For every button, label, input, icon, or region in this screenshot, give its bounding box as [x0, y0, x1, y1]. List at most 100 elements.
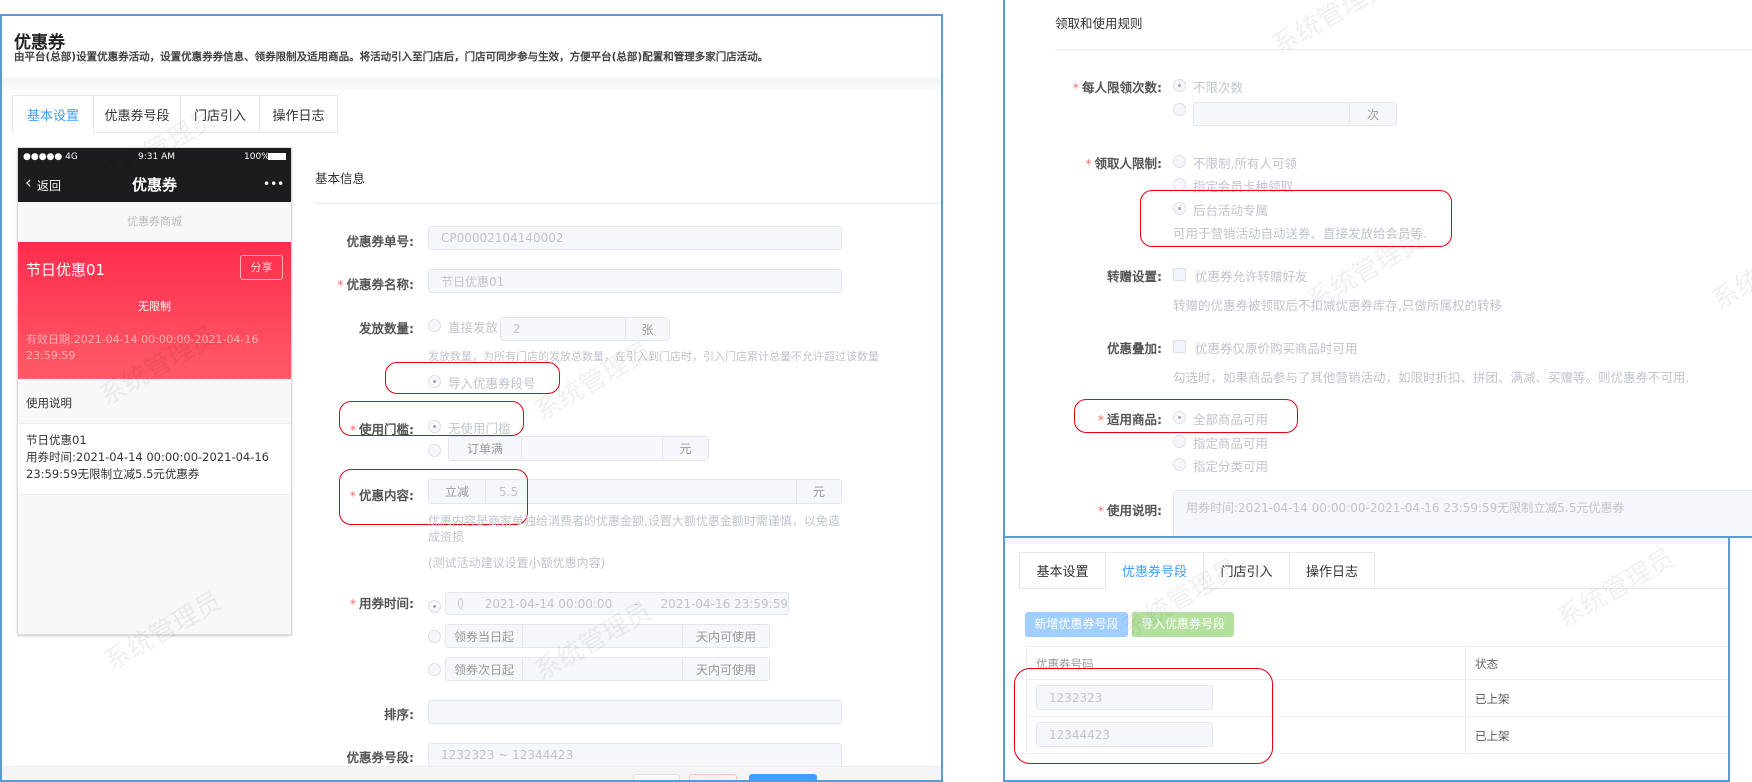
- watermark: 系统管理员: [1267, 0, 1396, 62]
- usage-title: 使用说明: [26, 396, 72, 410]
- coupon-segments-panel: 基本设置 优惠券号段 门店引入 操作日志 新增优惠券号段 导入优惠券号段 优惠券…: [1003, 536, 1730, 782]
- segment-code-input[interactable]: 1232323: [1036, 685, 1213, 710]
- radio-import-segment[interactable]: [428, 375, 441, 388]
- next-day-days-input[interactable]: 领券次日起 天内可使用: [445, 657, 770, 681]
- coupon-mall-label: 优惠券商城: [127, 215, 182, 228]
- same-day-days-input[interactable]: 领券当日起 天内可使用: [445, 624, 770, 648]
- checkbox-original-price-only-label: 优惠券仅原价购买商品时可用: [1195, 341, 1358, 356]
- usage-description-textarea[interactable]: 用券时间:2021-04-14 00:00:00-2021-04-16 23:5…: [1173, 490, 1752, 536]
- phone-nav-bar: ‹ 返回 优惠券 •••: [18, 167, 291, 202]
- sort-input[interactable]: [428, 700, 842, 724]
- coupon-name-input[interactable]: 节日优惠01: [428, 269, 842, 293]
- header-divider: [2, 78, 941, 90]
- footer-button-cancel[interactable]: [633, 774, 680, 780]
- checkbox-original-price-only[interactable]: [1173, 340, 1186, 353]
- battery-icon: [268, 153, 286, 160]
- order-threshold-input[interactable]: 订单满 元: [448, 436, 709, 461]
- order-threshold-prefix: 订单满: [449, 437, 522, 460]
- column-header-code: 优惠券号码: [1036, 657, 1094, 671]
- tab-store-import[interactable]: 门店引入: [180, 95, 260, 133]
- radio-direct-issue-label: 直接发放: [448, 320, 499, 335]
- radio-specified-goods[interactable]: [1173, 435, 1186, 448]
- usage-coupon-name: 节日优惠01: [26, 433, 87, 447]
- share-button[interactable]: 分享: [240, 255, 283, 280]
- segment-input[interactable]: 1232323 ~ 12344423: [428, 743, 842, 767]
- receiver-limit-label: * 领取人限制:: [1085, 156, 1162, 171]
- radio-specified-category[interactable]: [1173, 458, 1186, 471]
- radio-receiver-backend[interactable]: [1173, 202, 1186, 215]
- radio-from-same-day[interactable]: [428, 630, 441, 643]
- tab-basic-settings[interactable]: 基本设置: [1019, 552, 1106, 589]
- radio-direct-issue[interactable]: [428, 319, 441, 332]
- transfer-label: 转赠设置:: [1107, 269, 1162, 284]
- radio-receiver-card[interactable]: [1173, 178, 1186, 191]
- issue-quantity-label: 发放数量:: [359, 321, 414, 336]
- radio-receiver-backend-label: 后台活动专属: [1193, 203, 1269, 218]
- segments-table: 优惠券号码 状态 1232323 已上架 12344423 已上架: [1026, 646, 1728, 754]
- tab-coupon-segments[interactable]: 优惠券号段: [93, 95, 181, 133]
- tab-operation-log[interactable]: 操作日志: [259, 95, 338, 133]
- status-time: 9:31 AM: [138, 152, 175, 162]
- radio-specified-goods-label: 指定商品可用: [1193, 436, 1269, 451]
- radio-order-threshold[interactable]: [428, 444, 441, 457]
- time-range-picker[interactable]: 2021-04-14 00:00:00 - 2021-04-16 23:59:5…: [445, 592, 789, 615]
- per-person-limit-label: * 每人限领次数:: [1072, 80, 1162, 95]
- usage-description-value: 用券时间:2021-04-14 00:00:00-2021-04-16 23:5…: [1186, 501, 1625, 515]
- coupon-basic-settings-panel: 优惠券 由平台(总部)设置优惠券活动，设置优惠券券信息、领券限制及适用商品。将活…: [0, 14, 943, 782]
- radio-receiver-card-label: 指定会员卡种领取: [1193, 179, 1294, 194]
- more-icon[interactable]: •••: [263, 177, 284, 191]
- clock-icon: [458, 598, 463, 609]
- usage-content: 节日优惠01 用券时间:2021-04-14 00:00:00-2021-04-…: [18, 423, 291, 495]
- applicable-goods-label: * 适用商品:: [1097, 412, 1162, 427]
- radio-from-next-day[interactable]: [428, 663, 441, 676]
- time-end: 2021-04-16 23:59:59: [660, 596, 788, 611]
- segment-code-input[interactable]: 12344423: [1036, 722, 1213, 747]
- column-header-status: 状态: [1475, 657, 1498, 671]
- rules-panel: 领取和使用规则 * 每人限领次数: 不限次数 次 * 领取人限制: 不限制,所有人可…: [1003, 0, 1752, 538]
- coupon-code-input[interactable]: CP00002104140002: [428, 226, 842, 250]
- coupon-limit: 无限制: [138, 300, 171, 313]
- add-segment-button[interactable]: 新增优惠券号段: [1025, 612, 1128, 637]
- phone-preview: ●●●●● 4G 9:31 AM 100% ‹ 返回 优惠券 ••• 优惠券商城…: [17, 147, 292, 635]
- tab-coupon-segments[interactable]: 优惠券号段: [1105, 552, 1204, 589]
- coupon-card-name: 节日优惠01: [26, 261, 106, 279]
- issue-quantity-hint: 发放数量，为所有门店的发放总数量，在引入到门店时，引入门店累计总量不允许超过该数…: [428, 350, 879, 363]
- section-title-basic-info: 基本信息: [315, 171, 366, 186]
- section-title-rules: 领取和使用规则: [1055, 16, 1143, 31]
- issue-quantity-input[interactable]: 2 张: [500, 317, 670, 341]
- coupon-code-label: 优惠券单号:: [346, 234, 415, 249]
- radio-fixed-time[interactable]: [428, 600, 441, 613]
- radio-all-goods-label: 全部商品可用: [1193, 412, 1269, 427]
- receiver-hint: 可用于营销活动自动送券、直接发放给会员等.: [1173, 226, 1427, 241]
- sort-label: 排序:: [384, 707, 414, 722]
- discount-test-hint: (测试活动建议设置小额优惠内容): [428, 556, 606, 570]
- radio-limited-times[interactable]: [1173, 103, 1186, 116]
- transfer-hint: 转赠的优惠券被领取后不扣减优惠券库存,只做所属权的转移: [1173, 298, 1502, 313]
- tabs-baseline: [1375, 588, 1728, 589]
- checkbox-allow-transfer[interactable]: [1173, 268, 1186, 281]
- radio-unlimited-times[interactable]: [1173, 79, 1186, 92]
- tab-basic-settings[interactable]: 基本设置: [12, 95, 94, 133]
- radio-all-goods[interactable]: [1173, 411, 1186, 424]
- segment-label: 优惠券号段:: [346, 750, 415, 765]
- tab-store-import[interactable]: 门店引入: [1203, 552, 1290, 589]
- tab-operation-log[interactable]: 操作日志: [1289, 552, 1375, 589]
- panel-top-shade: [1005, 538, 1728, 544]
- stacking-hint: 勾选时，如果商品参与了其他营销活动，如限时折扣、拼团、满减、买赠等。则优惠券不可…: [1173, 370, 1690, 385]
- watermark: 系统管理员: [529, 336, 658, 428]
- import-segment-button[interactable]: 导入优惠券号段: [1132, 612, 1234, 637]
- footer-button-delete[interactable]: [689, 774, 737, 780]
- coupon-name-label: * 优惠券名称:: [337, 277, 414, 292]
- discount-value: 5.5: [499, 484, 519, 499]
- threshold-label: * 使用门槛:: [349, 422, 414, 437]
- segment-status: 已上架: [1475, 692, 1510, 706]
- same-day-prefix: 领券当日起: [446, 625, 523, 647]
- discount-input[interactable]: 立减 5.5 元: [428, 479, 842, 504]
- radio-no-threshold[interactable]: [428, 420, 441, 433]
- footer-button-save[interactable]: [749, 774, 817, 780]
- order-threshold-unit: 元: [662, 437, 708, 460]
- phone-status-bar: ●●●●● 4G 9:31 AM 100%: [18, 148, 291, 167]
- checkbox-allow-transfer-label: 优惠券允许转赠好友: [1195, 269, 1308, 284]
- times-limit-input[interactable]: 次: [1193, 102, 1397, 126]
- radio-receiver-all[interactable]: [1173, 155, 1186, 168]
